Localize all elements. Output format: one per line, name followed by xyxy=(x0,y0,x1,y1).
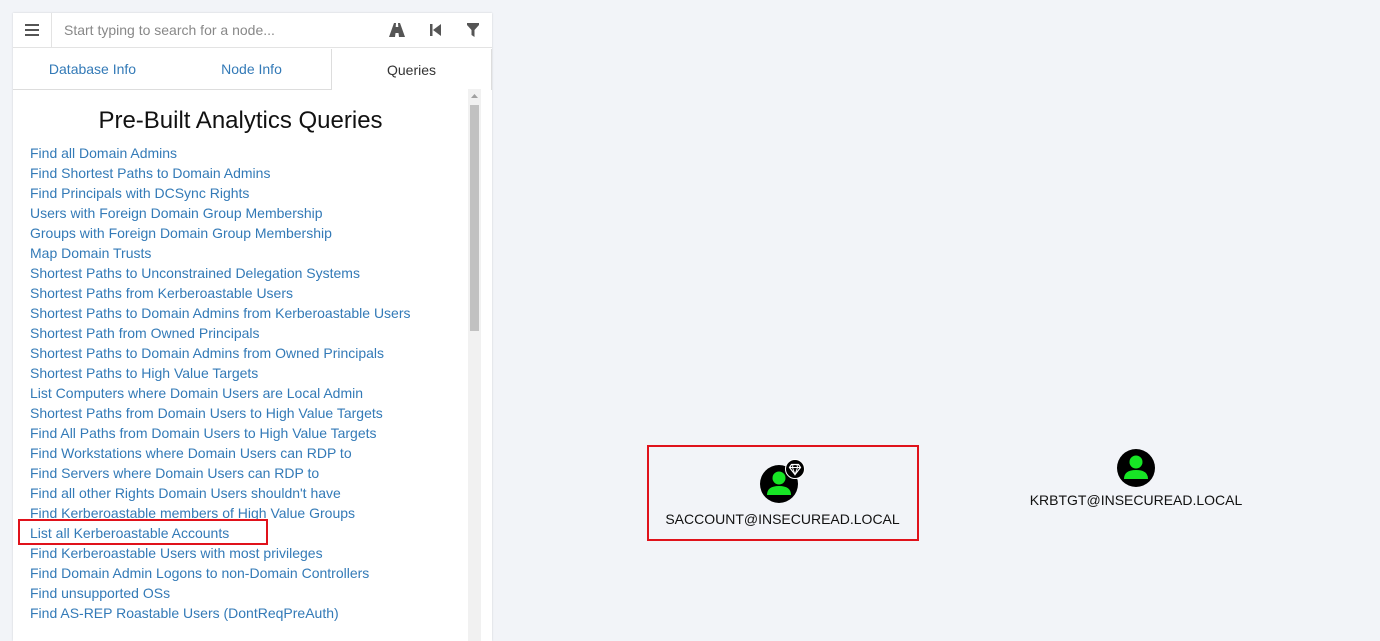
list-item: Find all Domain Admins xyxy=(30,143,468,163)
list-item: Find Principals with DCSync Rights xyxy=(30,183,468,203)
query-link[interactable]: Find Domain Admin Logons to non-Domain C… xyxy=(30,565,369,581)
query-link[interactable]: Shortest Paths from Domain Users to High… xyxy=(30,405,383,421)
tab-database-info[interactable]: Database Info xyxy=(13,48,172,89)
query-link[interactable]: Shortest Paths to Unconstrained Delegati… xyxy=(30,265,360,281)
list-item: Groups with Foreign Domain Group Members… xyxy=(30,223,468,243)
query-link[interactable]: Find all Domain Admins xyxy=(30,145,177,161)
scrollbar[interactable] xyxy=(468,89,481,641)
list-item: Find unsupported OSs xyxy=(30,583,468,603)
query-link[interactable]: Shortest Path from Owned Principals xyxy=(30,325,260,341)
search-bar xyxy=(13,13,492,48)
graph-node-krbtgt[interactable]: KRBTGT@INSECUREAD.LOCAL xyxy=(1020,448,1252,508)
list-item: Shortest Paths to Unconstrained Delegati… xyxy=(30,263,468,283)
query-link[interactable]: Find All Paths from Domain Users to High… xyxy=(30,425,377,441)
graph-node-saccount[interactable]: SACCOUNT@INSECUREAD.LOCAL xyxy=(660,459,905,527)
menu-button[interactable] xyxy=(13,13,52,47)
list-item: Shortest Path from Owned Principals xyxy=(30,323,468,343)
list-item: Users with Foreign Domain Group Membersh… xyxy=(30,203,468,223)
filter-button[interactable] xyxy=(454,13,492,47)
scroll-up-arrow-icon[interactable] xyxy=(468,89,481,103)
tab-bar: Database Info Node Info Queries xyxy=(13,48,492,90)
query-link[interactable]: Find Workstations where Domain Users can… xyxy=(30,445,352,461)
query-link[interactable]: Find Servers where Domain Users can RDP … xyxy=(30,465,319,481)
list-item: Find Domain Admin Logons to non-Domain C… xyxy=(30,563,468,583)
query-link[interactable]: Find AS-REP Roastable Users (DontReqPreA… xyxy=(30,605,339,621)
high-value-diamond-icon xyxy=(784,459,805,479)
query-link[interactable]: Find Principals with DCSync Rights xyxy=(30,185,249,201)
road-icon xyxy=(389,23,405,37)
filter-icon xyxy=(467,23,479,37)
scrollbar-thumb[interactable] xyxy=(470,105,479,331)
list-item: Find all other Rights Domain Users shoul… xyxy=(30,483,468,503)
list-item: Find Shortest Paths to Domain Admins xyxy=(30,163,468,183)
query-link[interactable]: Groups with Foreign Domain Group Members… xyxy=(30,225,332,241)
list-item: Find AS-REP Roastable Users (DontReqPreA… xyxy=(30,603,468,623)
list-item: List Computers where Domain Users are Lo… xyxy=(30,383,468,403)
list-item: Shortest Paths from Kerberoastable Users xyxy=(30,283,468,303)
hamburger-menu-icon xyxy=(25,24,39,36)
query-link[interactable]: Shortest Paths to Domain Admins from Ker… xyxy=(30,305,411,321)
list-item: Find Workstations where Domain Users can… xyxy=(30,443,468,463)
pathfinding-button[interactable] xyxy=(378,13,416,47)
list-item: Find All Paths from Domain Users to High… xyxy=(30,423,468,443)
query-link[interactable]: Shortest Paths to Domain Admins from Own… xyxy=(30,345,384,361)
user-icon xyxy=(759,459,805,503)
list-item: Find Kerberoastable Users with most priv… xyxy=(30,543,468,563)
tab-node-info[interactable]: Node Info xyxy=(172,48,331,89)
step-backward-icon xyxy=(429,24,441,36)
query-link[interactable]: Users with Foreign Domain Group Membersh… xyxy=(30,205,323,221)
query-highlight-box xyxy=(18,519,268,545)
queries-pane: Pre-Built Analytics Queries Find all Dom… xyxy=(13,89,468,641)
user-icon xyxy=(1117,449,1155,487)
tab-queries[interactable]: Queries xyxy=(331,49,492,90)
list-item: Shortest Paths to Domain Admins from Ker… xyxy=(30,303,468,323)
back-button[interactable] xyxy=(416,13,454,47)
list-item: Shortest Paths to Domain Admins from Own… xyxy=(30,343,468,363)
query-link[interactable]: Map Domain Trusts xyxy=(30,245,151,261)
query-link[interactable]: List Computers where Domain Users are Lo… xyxy=(30,385,363,401)
query-link[interactable]: Find Shortest Paths to Domain Admins xyxy=(30,165,270,181)
list-item: Find Servers where Domain Users can RDP … xyxy=(30,463,468,483)
list-item: Shortest Paths from Domain Users to High… xyxy=(30,403,468,423)
list-item: Map Domain Trusts xyxy=(30,243,468,263)
node-label: SACCOUNT@INSECUREAD.LOCAL xyxy=(665,511,900,527)
query-link[interactable]: Find all other Rights Domain Users shoul… xyxy=(30,485,341,501)
query-link[interactable]: Shortest Paths from Kerberoastable Users xyxy=(30,285,293,301)
query-link[interactable]: Find Kerberoastable Users with most priv… xyxy=(30,545,323,561)
query-link[interactable]: Shortest Paths to High Value Targets xyxy=(30,365,258,381)
queries-title: Pre-Built Analytics Queries xyxy=(98,107,383,134)
search-input[interactable] xyxy=(52,15,378,45)
query-link[interactable]: Find unsupported OSs xyxy=(30,585,170,601)
sidebar-panel: Database Info Node Info Queries Pre-Buil… xyxy=(13,13,492,641)
list-item: Shortest Paths to High Value Targets xyxy=(30,363,468,383)
node-label: KRBTGT@INSECUREAD.LOCAL xyxy=(1029,492,1243,508)
query-list: Find all Domain Admins Find Shortest Pat… xyxy=(13,143,468,623)
